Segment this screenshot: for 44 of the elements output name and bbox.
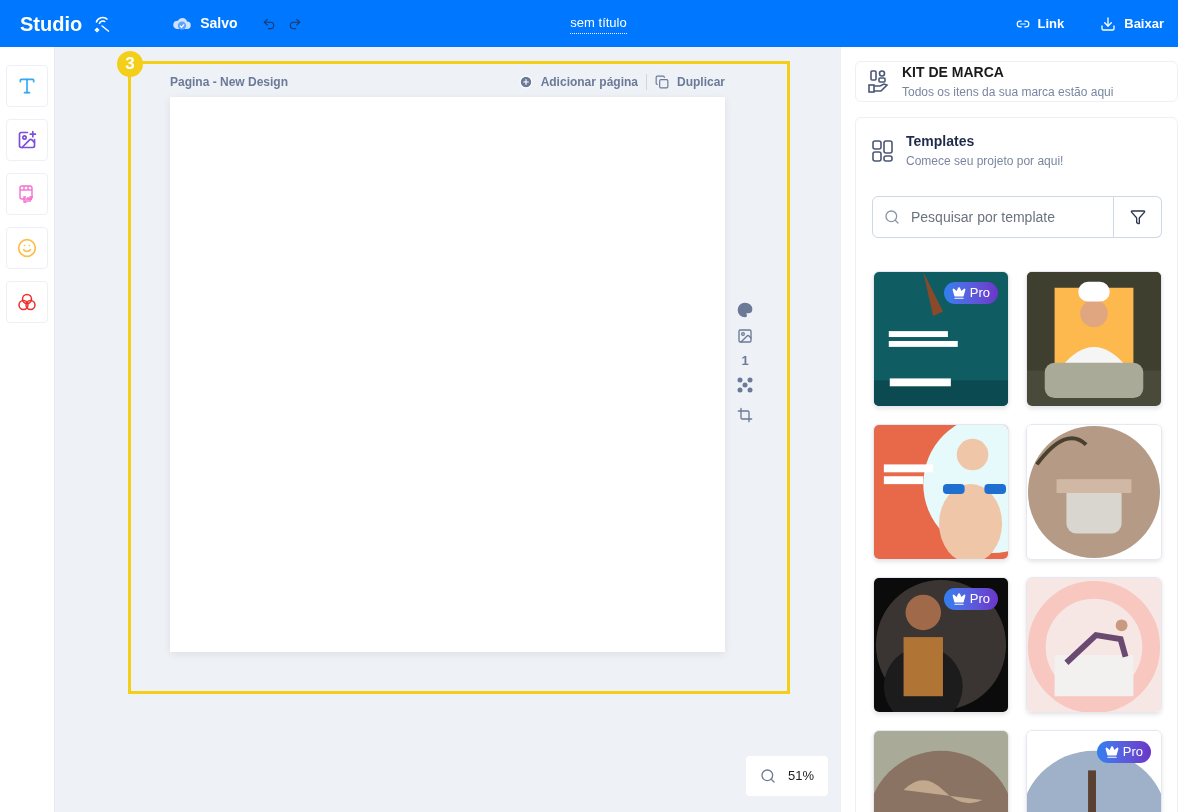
- zoom-control[interactable]: 51%: [746, 756, 828, 796]
- undo-button[interactable]: [261, 16, 276, 31]
- page-title: Pagina - New Design: [170, 74, 289, 91]
- search-icon: [760, 768, 776, 784]
- redo-button[interactable]: [287, 16, 302, 31]
- tool-button[interactable]: [6, 65, 48, 107]
- tool-button[interactable]: [6, 173, 48, 215]
- zoom-level: 51%: [788, 767, 814, 786]
- filter-icon: [1129, 209, 1146, 225]
- tool-button[interactable]: [6, 119, 48, 161]
- layout-grid-icon: [872, 139, 894, 162]
- card-subtitle: Comece seu projeto por aqui!: [906, 153, 1064, 170]
- step-badge: 3: [117, 51, 143, 77]
- logo: Studio: [20, 11, 83, 37]
- plus-icon: [518, 75, 533, 89]
- add-page-button[interactable]: Adicionar página: [518, 73, 638, 91]
- image-plus-icon: [17, 130, 37, 150]
- duplicate-button[interactable]: Duplicar: [655, 73, 725, 91]
- palette-icon[interactable]: [737, 302, 753, 318]
- tool-button[interactable]: [6, 281, 48, 323]
- card-title: Templates: [906, 132, 976, 151]
- pro-badge: Pro: [943, 282, 998, 304]
- download-icon: [1100, 15, 1117, 32]
- hand-shapes-icon: [868, 68, 890, 95]
- smiley-icon: [17, 238, 37, 258]
- crop-icon[interactable]: [737, 407, 753, 423]
- page-number: 1: [741, 354, 749, 367]
- image-icon[interactable]: [737, 328, 753, 344]
- pro-badge: Pro: [943, 588, 998, 610]
- save-status: Salvo: [200, 14, 238, 33]
- document-title[interactable]: sem título: [570, 13, 627, 34]
- download-button[interactable]: Baixar: [1100, 13, 1164, 34]
- grid-dots-icon[interactable]: [737, 377, 753, 393]
- search-icon: [884, 209, 900, 225]
- link-button[interactable]: Link: [1015, 13, 1065, 34]
- text-icon: [17, 76, 37, 96]
- filter-button[interactable]: [1114, 196, 1162, 238]
- copy-icon: [655, 75, 669, 89]
- card-title: KIT DE MARCA: [902, 63, 1005, 82]
- brand-kit-card[interactable]: KIT DE MARCA Todos os itens da sua marca estão aqui: [855, 61, 1178, 102]
- circles-icon: [17, 292, 37, 312]
- card-subtitle: Todos os itens da sua marca estão aqui: [902, 84, 1114, 101]
- search-field[interactable]: Pesquisar por template: [872, 196, 1114, 238]
- pro-badge: Pro: [1096, 741, 1151, 763]
